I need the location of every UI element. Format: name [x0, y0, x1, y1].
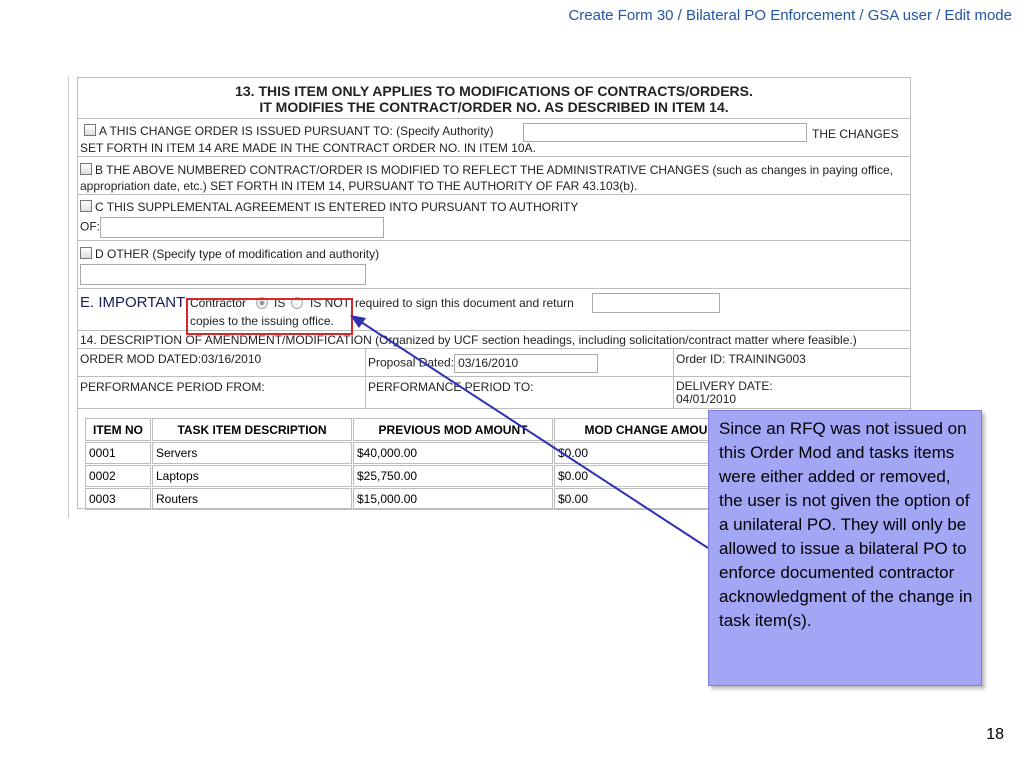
callout-note: Since an RFQ was not issued on this Orde… — [708, 410, 982, 686]
page-number: 18 — [986, 726, 1004, 743]
